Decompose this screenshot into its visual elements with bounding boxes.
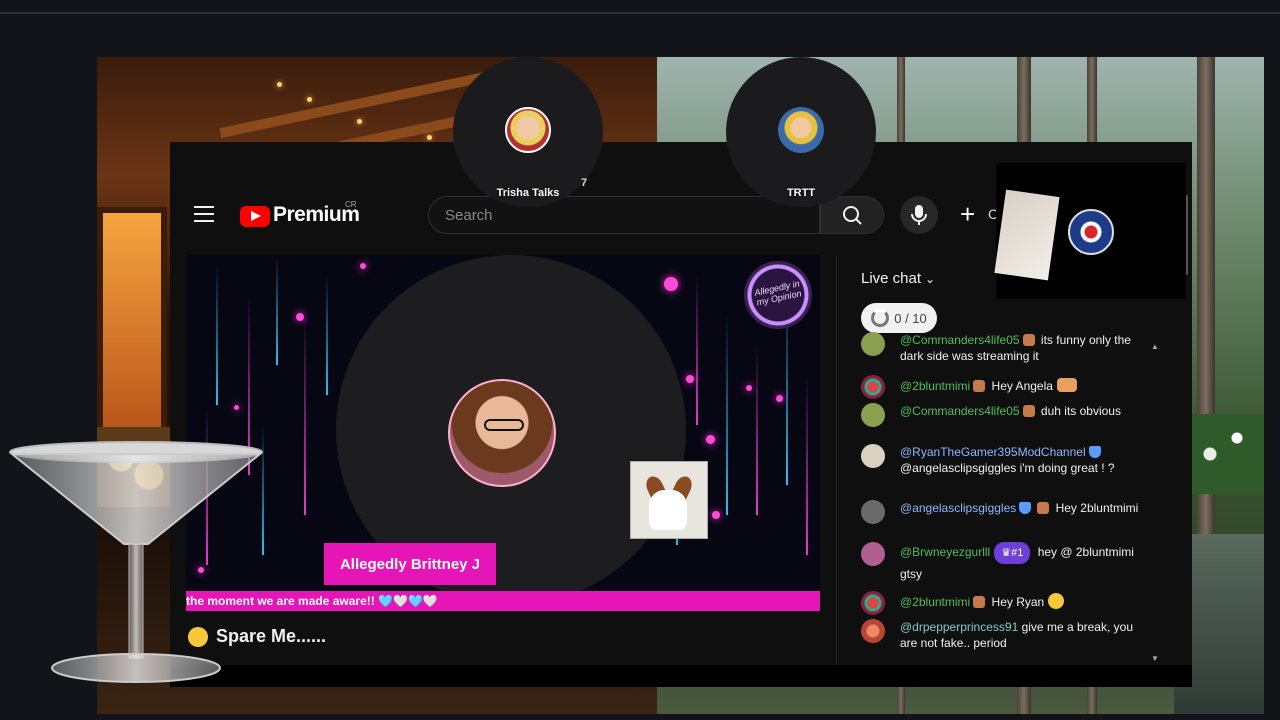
- chevron-down-icon: ⌄: [925, 272, 936, 286]
- goal-pill[interactable]: 0 / 10: [861, 303, 937, 333]
- union-jack-avatar: [1068, 209, 1114, 255]
- avatar: [861, 375, 885, 399]
- goal-ring-icon: [871, 309, 890, 327]
- search-input[interactable]: [429, 197, 819, 233]
- microphone-icon: [911, 205, 927, 225]
- guest-box-third: [994, 163, 1186, 299]
- panel-bottom-bar: [170, 665, 1192, 687]
- country-code: CR: [345, 200, 357, 209]
- member-badge-icon: [1022, 405, 1035, 417]
- chat-author[interactable]: @2bluntmimi: [900, 379, 970, 393]
- chat-text: Hey Ryan: [991, 595, 1045, 609]
- guest-circle-trisha: Trisha Talks 7: [453, 57, 603, 207]
- chat-author[interactable]: @Commanders4life05: [900, 333, 1020, 347]
- voice-search-button[interactable]: [900, 196, 938, 234]
- avatar: [861, 542, 885, 566]
- avatar: [861, 403, 885, 427]
- chat-text: Hey Angela: [991, 379, 1053, 393]
- host-avatar: [448, 379, 556, 487]
- live-chat-dropdown[interactable]: Live chat ⌄: [861, 270, 935, 287]
- guest-circle-trtt: TRTT: [726, 57, 876, 207]
- stream-canvas: Premium CR + C: [0, 0, 1280, 720]
- chat-author[interactable]: @Commanders4life05: [900, 404, 1020, 418]
- member-badge-icon: [1022, 334, 1035, 346]
- chat-author[interactable]: @Brwneyezgurlll: [900, 545, 990, 559]
- member-badge-icon: [973, 380, 986, 392]
- smile-emoji-icon: [1048, 593, 1065, 609]
- heart-hands-icon: [1056, 378, 1077, 392]
- goal-count: 0 / 10: [894, 310, 927, 326]
- guest-name: TRTT: [786, 187, 816, 199]
- live-chat-panel: Live chat ⌄ 0 / 10 ▲ @Commanders4life05 i…: [836, 256, 1164, 666]
- youtube-logo-icon[interactable]: [240, 206, 270, 227]
- chat-author[interactable]: @angelasclipsgiggles: [900, 501, 1016, 515]
- search-icon: [843, 206, 862, 225]
- search-box: [428, 196, 820, 234]
- avatar: [861, 444, 885, 468]
- chat-text: @angelasclipsgiggles i'm doing great ! ?: [900, 461, 1115, 475]
- moderator-shield-icon: [1088, 446, 1101, 458]
- top-divider: [0, 12, 1280, 14]
- create-plus-icon[interactable]: +: [960, 201, 975, 227]
- martini-glass-icon: [9, 441, 263, 683]
- search-button[interactable]: [820, 196, 884, 234]
- avatar: [861, 619, 885, 643]
- guest-extra: 7: [581, 177, 588, 189]
- chat-author[interactable]: @2bluntmimi: [900, 595, 970, 609]
- avatar: [861, 332, 885, 356]
- host-name-tag: Allegedly Brittney J: [324, 543, 496, 585]
- avatar: [861, 591, 885, 615]
- channel-badge-logo: Allegedly in my Opinion: [744, 261, 812, 329]
- live-chat-title: Live chat: [861, 270, 922, 287]
- chat-text: duh its obvious: [1040, 404, 1121, 418]
- member-badge-icon: [1037, 502, 1050, 514]
- cabin-window: [97, 207, 167, 437]
- guest-photo: [994, 189, 1060, 281]
- chat-text: Hey 2bluntmimi: [1055, 501, 1139, 515]
- member-rank-pill: ♛#1: [994, 542, 1031, 564]
- guest-avatar: [778, 107, 824, 153]
- moderator-shield-icon: [1019, 502, 1032, 514]
- scroll-down-icon[interactable]: ▼: [1151, 654, 1159, 663]
- chat-author[interactable]: @drpepperprincess91: [900, 620, 1018, 634]
- ticker-banner: the moment we are made aware!! 🩵🤍🩵🤍: [186, 591, 820, 611]
- member-badge-icon: [973, 596, 986, 608]
- chat-author[interactable]: @RyanTheGamer395ModChannel: [900, 445, 1086, 459]
- guest-avatar: [505, 107, 551, 153]
- dog-photo: [630, 461, 708, 539]
- video-player[interactable]: Allegedly in my Opinion Allegedly Brittn…: [186, 255, 820, 611]
- menu-icon[interactable]: [194, 206, 214, 222]
- chat-message-list: @Commanders4life05 its funny only the da…: [837, 332, 1157, 666]
- avatar: [861, 500, 885, 524]
